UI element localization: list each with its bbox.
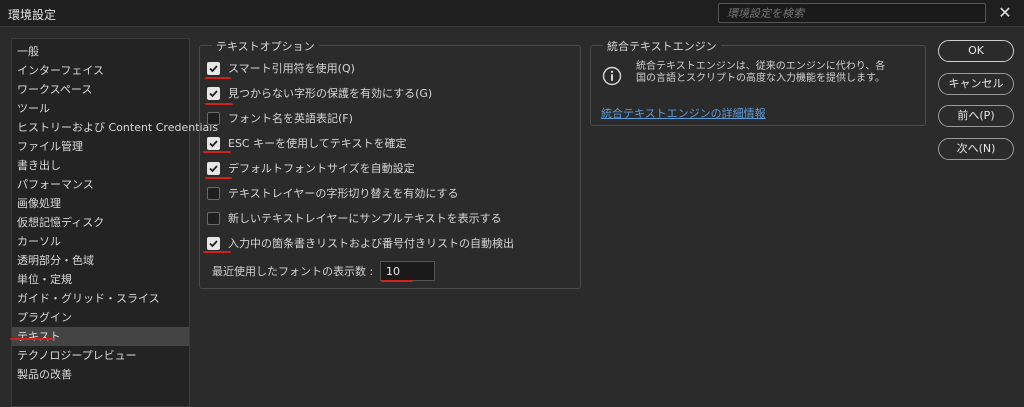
sidebar-item-units-rulers[interactable]: 単位・定規 <box>12 270 189 289</box>
annotation-mark <box>205 77 231 79</box>
ok-button[interactable]: OK <box>938 40 1014 62</box>
cancel-button[interactable]: キャンセル <box>938 73 1014 95</box>
annotation-mark <box>205 177 232 179</box>
glyph-alternates-label: テキストレイヤーの字形切り替えを有効にする <box>228 187 459 200</box>
missing-glyph-protection-option[interactable]: 見つからない字形の保護を有効にする(G) <box>207 84 432 102</box>
next-button[interactable]: 次へ(N) <box>938 138 1014 160</box>
auto-font-size-checkbox[interactable] <box>207 161 220 175</box>
auto-list-detection-label: 入力中の箇条書きリストおよび番号付きリストの自動検出 <box>228 237 514 250</box>
font-names-english-label: フォント名を英語表記(F) <box>228 112 353 125</box>
sidebar-item-plugins[interactable]: プラグイン <box>12 308 189 327</box>
sidebar-item-technology-previews[interactable]: テクノロジープレビュー <box>12 346 189 365</box>
smart-quotes-label: スマート引用符を使用(Q) <box>228 62 355 75</box>
recent-fonts-input[interactable] <box>380 261 435 281</box>
category-list: 一般 インターフェイス ワークスペース ツール ヒストリーおよび Content… <box>11 38 218 407</box>
glyph-alternates-option[interactable]: テキストレイヤーの字形切り替えを有効にする <box>207 184 458 202</box>
font-names-english-option[interactable]: フォント名を英語表記(F) <box>207 109 353 127</box>
annotation-mark <box>205 103 233 105</box>
placeholder-text-option[interactable]: 新しいテキストレイヤーにサンプルテキストを表示する <box>207 209 502 227</box>
sidebar-item-export[interactable]: 書き出し <box>12 156 189 175</box>
sidebar-item-scratch-disks[interactable]: 仮想記憶ディスク <box>12 213 189 232</box>
placeholder-text-label: 新しいテキストレイヤーにサンプルテキストを表示する <box>228 212 502 225</box>
sidebar-item-workspace[interactable]: ワークスペース <box>12 80 189 99</box>
font-names-english-checkbox[interactable] <box>207 111 220 125</box>
sidebar-item-file-handling[interactable]: ファイル管理 <box>12 137 189 156</box>
sidebar-item-performance[interactable]: パフォーマンス <box>12 175 189 194</box>
sidebar-item-transparency-gamut[interactable]: 透明部分・色域 <box>12 251 189 270</box>
sidebar-item-general[interactable]: 一般 <box>12 42 189 61</box>
glyph-alternates-checkbox[interactable] <box>207 186 220 200</box>
esc-commit-label: ESC キーを使用してテキストを確定 <box>228 137 407 150</box>
window-title: 環境設定 <box>8 8 57 22</box>
missing-glyph-protection-label: 見つからない字形の保護を有効にする(G) <box>228 87 433 100</box>
placeholder-text-checkbox[interactable] <box>207 211 220 225</box>
sidebar-item-product-improvement[interactable]: 製品の改善 <box>12 365 189 384</box>
title-bar: 環境設定 ✕ <box>0 0 1024 27</box>
sidebar-item-interface[interactable]: インターフェイス <box>12 61 189 80</box>
sidebar-item-history[interactable]: ヒストリーおよび Content Credentials <box>12 118 218 137</box>
text-options-title: テキストオプション <box>212 38 319 54</box>
info-icon <box>602 66 622 86</box>
search-input[interactable] <box>718 3 986 23</box>
esc-commit-option[interactable]: ESC キーを使用してテキストを確定 <box>207 134 406 152</box>
sidebar-item-type[interactable]: テキスト <box>12 327 189 346</box>
sidebar-item-tools[interactable]: ツール <box>12 99 189 118</box>
sidebar-item-cursors[interactable]: カーソル <box>12 232 189 251</box>
smart-quotes-option[interactable]: スマート引用符を使用(Q) <box>207 59 355 77</box>
recent-fonts-label: 最近使用したフォントの表示数 : <box>212 265 374 278</box>
unified-text-engine-link[interactable]: 統合テキストエンジンの詳細情報 <box>601 105 766 121</box>
missing-glyph-protection-checkbox[interactable] <box>207 86 220 100</box>
sidebar-item-guides-grid-slices[interactable]: ガイド・グリッド・スライス <box>12 289 189 308</box>
annotation-mark <box>381 280 413 282</box>
close-icon[interactable]: ✕ <box>994 3 1016 23</box>
unified-text-engine-title: 統合テキストエンジン <box>603 38 721 54</box>
prev-button[interactable]: 前へ(P) <box>938 105 1014 127</box>
annotation-mark <box>10 338 54 340</box>
auto-font-size-option[interactable]: デフォルトフォントサイズを自動設定 <box>207 159 415 177</box>
sidebar-item-image-processing[interactable]: 画像処理 <box>12 194 189 213</box>
auto-list-detection-option[interactable]: 入力中の箇条書きリストおよび番号付きリストの自動検出 <box>207 234 514 252</box>
annotation-mark <box>203 151 231 153</box>
smart-quotes-checkbox[interactable] <box>207 61 220 75</box>
annotation-mark <box>203 251 231 253</box>
unified-text-engine-description: 統合テキストエンジンは、従来のエンジンに代わり、各国の言語とスクリプトの高度な入… <box>636 61 886 84</box>
auto-font-size-label: デフォルトフォントサイズを自動設定 <box>228 162 415 175</box>
auto-list-detection-checkbox[interactable] <box>207 236 220 250</box>
esc-commit-checkbox[interactable] <box>207 136 220 150</box>
